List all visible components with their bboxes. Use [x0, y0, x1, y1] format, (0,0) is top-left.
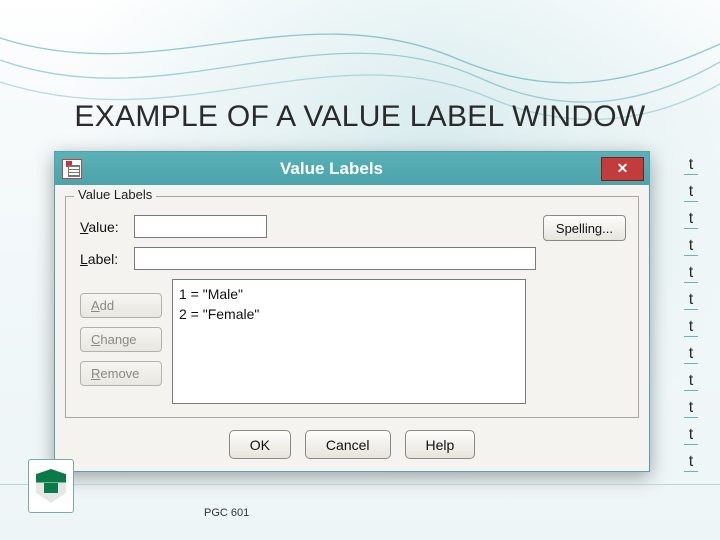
edge-char: t [684, 345, 698, 364]
edge-char: t [684, 318, 698, 337]
edge-char: t [684, 399, 698, 418]
edge-char: t [684, 156, 698, 175]
slide-background: EXAMPLE OF A VALUE LABEL WINDOW t t t t … [0, 0, 720, 540]
value-input[interactable] [134, 215, 267, 238]
slide-footer: PGC 601 [0, 484, 720, 540]
list-item[interactable]: 2 = "Female" [179, 304, 519, 324]
cancel-button[interactable]: Cancel [305, 430, 391, 459]
value-labels-dialog: Value Labels ✕ Value Labels Value: Spell… [54, 151, 650, 472]
background-column-fragment: t t t t t t t t t t t t [684, 156, 698, 472]
add-button[interactable]: Add [80, 293, 162, 318]
help-button[interactable]: Help [405, 430, 476, 459]
dialog-titlebar[interactable]: Value Labels ✕ [55, 152, 649, 185]
value-labels-fieldset: Value Labels Value: Spelling... Label: 1… [65, 196, 639, 418]
side-buttons: Add Change Remove [80, 293, 162, 386]
value-field-label: Value: [80, 219, 134, 235]
edge-char: t [684, 264, 698, 283]
edge-char: t [684, 237, 698, 256]
edge-char: t [684, 210, 698, 229]
edge-char: t [684, 291, 698, 310]
list-item[interactable]: 1 = "Male" [179, 284, 519, 304]
edge-char: t [684, 183, 698, 202]
ok-button[interactable]: OK [229, 430, 291, 459]
spelling-button[interactable]: Spelling... [543, 215, 626, 241]
university-logo [28, 459, 74, 513]
page-title: EXAMPLE OF A VALUE LABEL WINDOW [0, 100, 720, 134]
dialog-bottom-buttons: OK Cancel Help [55, 430, 649, 459]
shield-icon [36, 469, 66, 503]
edge-char: t [684, 372, 698, 391]
change-button[interactable]: Change [80, 327, 162, 352]
edge-char: t [684, 426, 698, 445]
label-field-label: Label: [80, 251, 134, 267]
value-labels-listbox[interactable]: 1 = "Male" 2 = "Female" [172, 279, 526, 404]
remove-button[interactable]: Remove [80, 361, 162, 386]
label-row: Label: [80, 247, 536, 270]
fieldset-legend: Value Labels [74, 187, 156, 202]
dialog-title: Value Labels [82, 159, 581, 179]
label-input[interactable] [134, 247, 536, 270]
close-button[interactable]: ✕ [601, 157, 644, 181]
edge-char: t [684, 453, 698, 472]
spss-app-icon [62, 159, 82, 179]
value-row: Value: [80, 215, 267, 238]
footer-code: PGC 601 [204, 507, 249, 519]
